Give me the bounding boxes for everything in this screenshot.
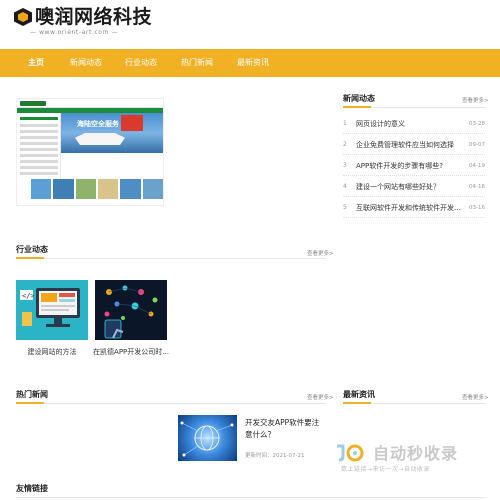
nav-item-news[interactable]: 新闻动态 (70, 49, 102, 77)
hexagon-logo-icon (14, 6, 32, 28)
hot-accent (16, 402, 44, 404)
hot-divider (16, 403, 326, 404)
news-title[interactable]: 互联网软件开发和传统软件开发有什么... (356, 198, 466, 218)
latest-accent (343, 402, 371, 404)
nav-item-latest[interactable]: 最新资讯 (237, 49, 269, 77)
latest-section-title: 最新资讯 (343, 390, 375, 399)
watermark: 自动秒收录 数上链接→来访一次→自动收录 (333, 440, 483, 476)
nav-item-hot[interactable]: 热门新闻 (181, 49, 213, 77)
watermark-logo-icon (337, 444, 364, 462)
industry-card-caption[interactable]: 在凯德APP开发公司时... (93, 347, 169, 357)
news-list-item[interactable]: 2 企业免费管理软件应当如何选择 09-07 (343, 135, 485, 155)
web-design-illustration-icon: </> (16, 280, 88, 340)
news-accent (343, 106, 371, 108)
hot-news-title[interactable]: 开发交友APP软件要注意什么？ (245, 417, 325, 441)
hot-more-link[interactable]: 查看更多> (307, 393, 334, 401)
logo-url-text: www.orient-art.com (39, 29, 110, 36)
news-num: 4 (343, 183, 347, 190)
news-num: 1 (343, 120, 347, 127)
watermark-subtext: 数上链接→来访一次→自动收录 (341, 466, 431, 473)
svg-text:</>: </> (22, 292, 35, 300)
news-date: 03-16 (469, 205, 485, 211)
news-list-item[interactable]: 1 网页设计的意义 03-28 (343, 114, 485, 134)
latest-more-link[interactable]: 查看更多> (462, 393, 489, 401)
news-title[interactable]: 建设一个网站有哪些好处？ (356, 177, 466, 197)
news-num: 3 (343, 162, 347, 169)
industry-card-image[interactable] (95, 280, 167, 340)
logo-text: 噢润网络科技 (35, 6, 153, 28)
industry-accent (16, 257, 44, 259)
site-header: 噢润网络科技 — www.orient-art.com — (0, 0, 500, 48)
industry-card-image[interactable]: </> (16, 280, 88, 340)
nav-item-industry[interactable]: 行业动态 (125, 49, 157, 77)
nav-item-home[interactable]: 主页 (28, 49, 44, 77)
news-num: 5 (343, 204, 347, 211)
links-section-title: 友情链接 (16, 484, 48, 493)
logo-url: — www.orient-art.com — (30, 29, 119, 36)
banner-caption: 海陆空全服务 (77, 119, 119, 128)
news-list-item[interactable]: 3 APP软件开发的步骤有哪些? 04-19 (343, 156, 485, 176)
news-more-link[interactable]: 查看更多> (462, 96, 489, 104)
main-nav: 主页 新闻动态 行业动态 热门新闻 最新资讯 (0, 49, 500, 77)
news-date: 03-28 (469, 121, 485, 127)
globe-network-icon (180, 421, 234, 457)
news-title[interactable]: 网页设计的意义 (356, 114, 466, 134)
hot-news-image[interactable] (178, 415, 237, 461)
watermark-text: 自动秒收录 (373, 444, 459, 463)
news-title[interactable]: 企业免费管理软件应当如何选择 (356, 135, 466, 155)
site-logo[interactable]: 噢润网络科技 (14, 6, 152, 28)
news-list-item[interactable]: 5 互联网软件开发和传统软件开发有什么... 03-16 (343, 198, 485, 218)
news-list-item[interactable]: 4 建设一个网站有哪些好处？ 04-16 (343, 177, 485, 197)
industry-card-caption[interactable]: 建设网站的方法 (14, 347, 90, 357)
news-title[interactable]: APP软件开发的步骤有哪些? (356, 156, 466, 176)
hot-news-time: 更新时间：2021-07-21 (245, 453, 305, 459)
news-date: 09-07 (469, 142, 485, 148)
news-date: 04-16 (469, 184, 485, 190)
banner-image[interactable]: 海陆空全服务 (16, 98, 164, 206)
news-date: 04-19 (469, 163, 485, 169)
industry-section-title: 行业动态 (16, 245, 48, 254)
app-network-illustration-icon (95, 280, 167, 340)
hot-section-title: 热门新闻 (16, 390, 48, 399)
links-divider (16, 497, 486, 498)
news-num: 2 (343, 141, 347, 148)
industry-more-link[interactable]: 查看更多> (307, 249, 334, 257)
industry-divider (16, 258, 326, 259)
news-section-title: 新闻动态 (343, 94, 375, 103)
